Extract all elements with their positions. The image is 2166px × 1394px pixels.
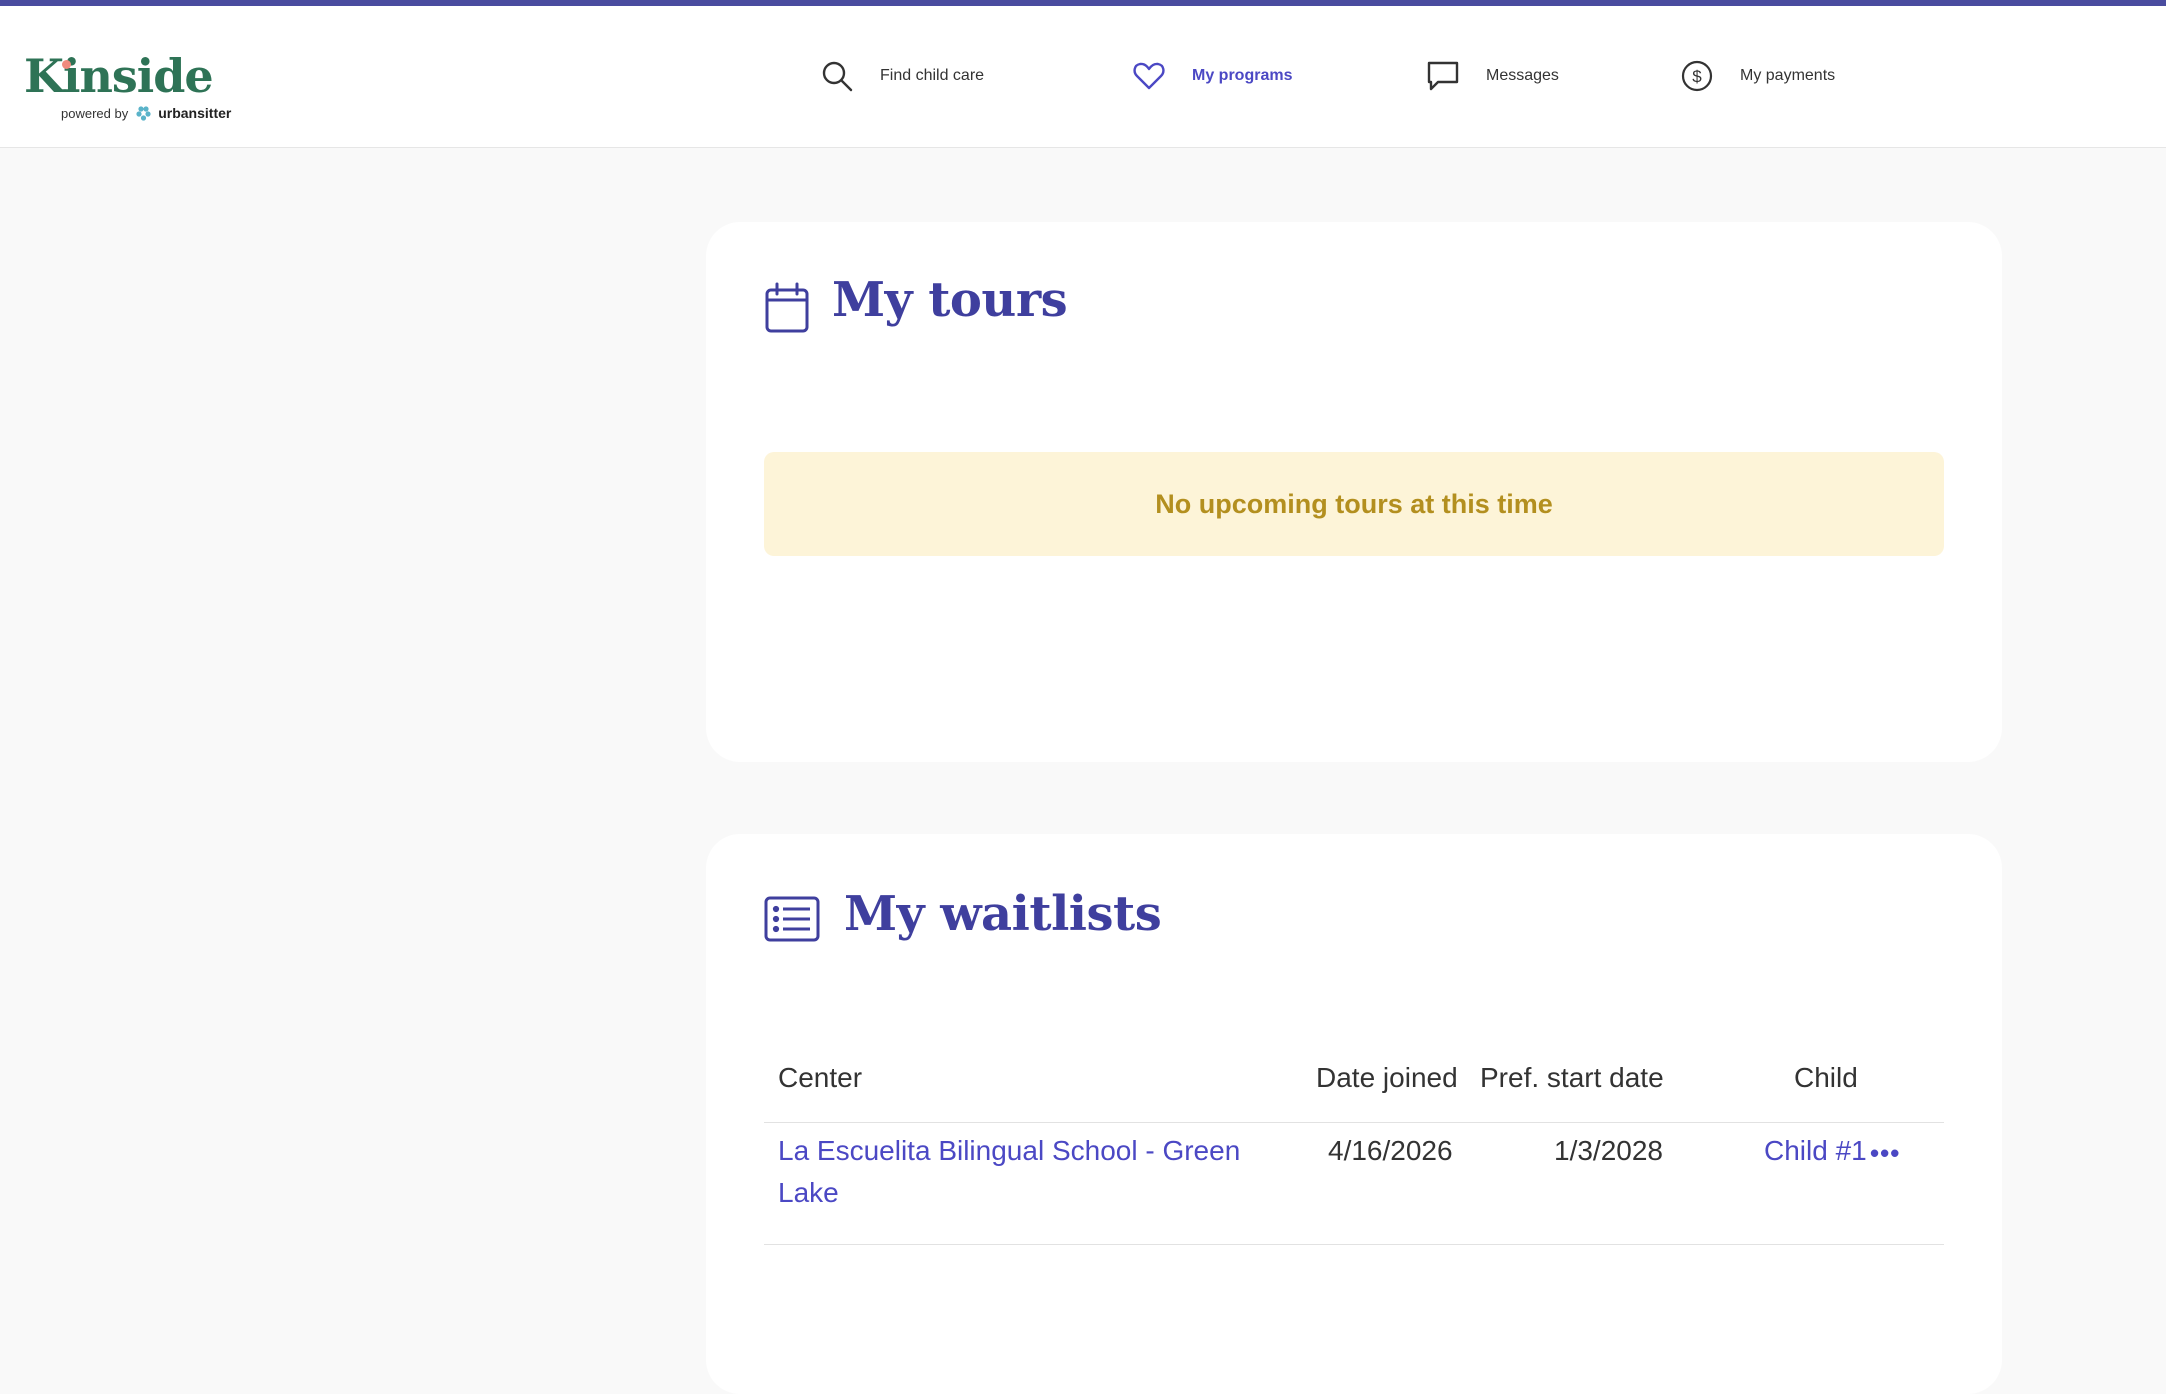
- nav-messages[interactable]: Messages: [1426, 56, 1559, 96]
- powered-by-text: powered by: [61, 105, 129, 121]
- date-joined-cell: 4/16/2026: [1328, 1135, 1453, 1166]
- search-icon: [822, 61, 853, 92]
- logo-wordmark: Kinside: [24, 49, 214, 103]
- no-tours-notice: No upcoming tours at this time: [764, 452, 1944, 556]
- column-header-date-joined: Date joined: [1316, 1062, 1458, 1093]
- nav-my-payments[interactable]: $ My payments: [1680, 56, 1835, 96]
- child-link[interactable]: Child #1: [1764, 1130, 1867, 1172]
- header-divider: [764, 1122, 1944, 1123]
- urbansitter-text: urbansitter: [158, 105, 232, 121]
- center-link[interactable]: La Escuelita Bilingual School - Green La…: [778, 1130, 1298, 1214]
- heart-icon: [1133, 62, 1165, 90]
- calendar-icon: [765, 282, 809, 333]
- column-header-child: Child: [1794, 1062, 1858, 1093]
- my-tours-title: My tours: [832, 272, 1068, 328]
- nav-label: My programs: [1192, 67, 1293, 84]
- svg-text:$: $: [1692, 67, 1702, 86]
- list-icon: [764, 896, 820, 942]
- row-divider: [764, 1244, 1944, 1245]
- urbansitter-flower-icon: [136, 106, 151, 121]
- my-waitlists-card: My waitlists Center Date joined Pref. st…: [706, 834, 2002, 1394]
- center-name-line2: Lake: [778, 1177, 839, 1208]
- more-horizontal-icon[interactable]: •••: [1870, 1138, 1900, 1169]
- nav-label: Find child care: [880, 67, 985, 84]
- pref-start-date-cell: 1/3/2028: [1554, 1135, 1663, 1166]
- nav-find-child-care[interactable]: Find child care: [820, 56, 984, 96]
- column-header-center: Center: [778, 1062, 863, 1093]
- center-name-line1: La Escuelita Bilingual School - Green: [778, 1135, 1241, 1166]
- logo-powered-by: powered by urbansitter: [61, 105, 231, 121]
- chat-bubble-icon: [1427, 61, 1459, 91]
- nav-label: My payments: [1740, 67, 1836, 84]
- nav-label: Messages: [1486, 67, 1559, 84]
- my-waitlists-title: My waitlists: [844, 886, 1162, 942]
- logo-dot-icon: [62, 60, 71, 69]
- kinside-logo[interactable]: Kinside powered by urbansitter: [24, 50, 264, 122]
- my-tours-card: My tours No upcoming tours at this time: [706, 222, 2002, 762]
- site-header: Kinside powered by urbansitter Find chil…: [0, 6, 2166, 148]
- column-header-pref-start-date: Pref. start date: [1480, 1062, 1664, 1093]
- nav-my-programs[interactable]: My programs: [1132, 56, 1292, 96]
- dollar-circle-icon: $: [1681, 60, 1713, 92]
